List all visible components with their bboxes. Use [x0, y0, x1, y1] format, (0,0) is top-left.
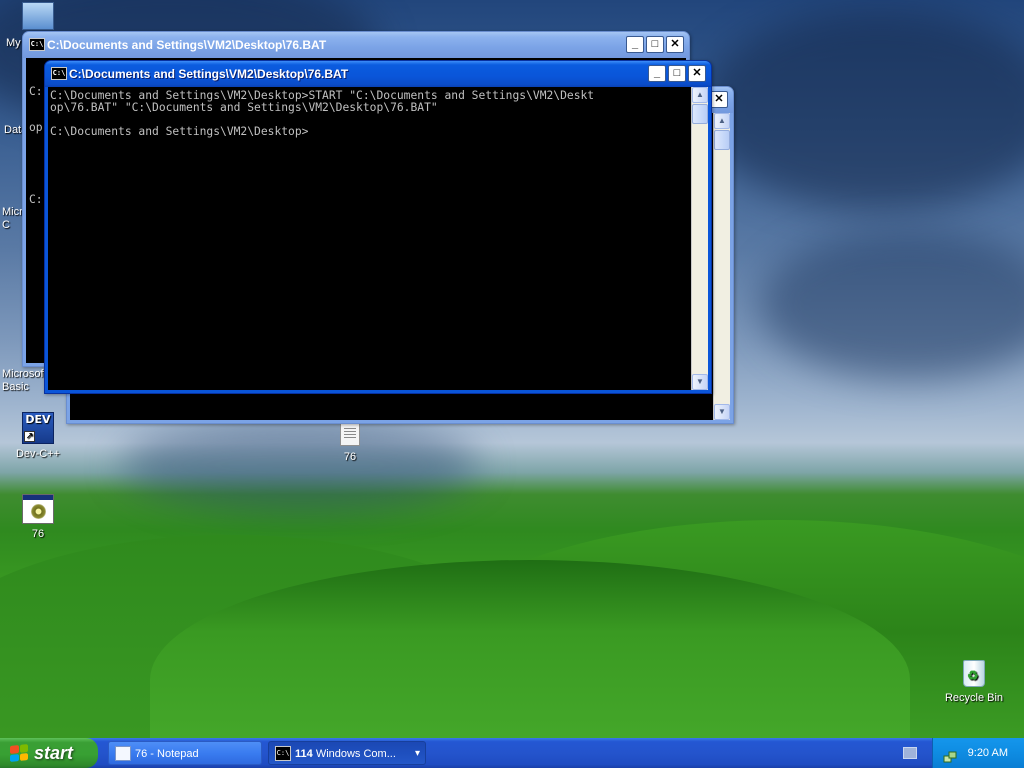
recycle-bin-icon: ♻ [959, 656, 989, 688]
desktop-icon-label: 76 [31, 528, 45, 540]
scroll-down-button[interactable]: ▼ [692, 374, 708, 390]
taskbar-button-label: 76 - Notepad [135, 748, 199, 760]
vertical-scrollbar[interactable]: ▲ ▼ [713, 113, 730, 420]
cloud-decoration [120, 420, 480, 510]
minimize-button[interactable]: _ [648, 65, 666, 82]
network-icon[interactable] [943, 746, 957, 763]
scroll-up-button[interactable]: ▲ [692, 87, 708, 103]
dev-cpp-icon: DEV ↗ [22, 412, 54, 444]
batch-file-icon [340, 422, 360, 446]
window-count: 114 [295, 748, 313, 760]
cloud-decoration [700, 10, 1024, 210]
start-button[interactable]: start [0, 738, 98, 768]
desktop-icon-label: 76 [343, 451, 357, 463]
close-button[interactable]: ✕ [666, 36, 684, 53]
maximize-button[interactable]: □ [646, 36, 664, 53]
console-icon: C:\ [275, 746, 291, 761]
desktop-icon-label: Recycle Bin [944, 692, 1004, 704]
vertical-scrollbar[interactable]: ▲ ▼ [691, 87, 708, 390]
taskbar-button-notepad[interactable]: 76 - Notepad [108, 741, 262, 765]
desktop-icon-label: Microsoft Basic [2, 368, 47, 393]
scroll-down-button[interactable]: ▼ [714, 404, 730, 420]
desktop-icon-microsoft-basic[interactable]: Microsoft Basic [0, 364, 47, 394]
desktop-icon-76-bat[interactable]: 76 [315, 422, 385, 464]
taskbar-button-label: Windows Com... [315, 748, 396, 760]
start-label: start [34, 743, 74, 763]
window-title: C:\Documents and Settings\VM2\Desktop\76… [69, 67, 349, 81]
minimize-button[interactable]: _ [626, 36, 644, 53]
desktop-icon-recycle-bin[interactable]: ♻ Recycle Bin [939, 656, 1009, 705]
console-window-front[interactable]: C:\ C:\Documents and Settings\VM2\Deskto… [44, 60, 712, 394]
application-icon [22, 494, 54, 524]
computer-icon [22, 2, 54, 30]
keyboard-layout-icon[interactable] [903, 747, 917, 759]
console-area[interactable]: C:\Documents and Settings\VM2\Desktop>ST… [48, 87, 708, 390]
shortcut-arrow-icon: ↗ [24, 431, 35, 442]
clock[interactable]: 9:20 AM [968, 738, 1008, 768]
desktop-icon-76-exe[interactable]: 76 [3, 494, 73, 541]
notepad-icon [115, 746, 131, 761]
desktop: My Data Micro C Microsoft Basic DEV ↗ Dev… [0, 0, 1024, 738]
scroll-up-button[interactable]: ▲ [714, 113, 730, 129]
window-titlebar[interactable]: C:\ C:\Documents and Settings\VM2\Deskto… [45, 61, 711, 87]
scroll-thumb[interactable] [714, 130, 730, 150]
window-title: C:\Documents and Settings\VM2\Desktop\76… [47, 38, 327, 52]
maximize-button[interactable]: □ [668, 65, 686, 82]
taskbar-button-console-group[interactable]: C:\ 114 Windows Com... ▾ [268, 741, 426, 765]
scroll-thumb[interactable] [692, 104, 708, 124]
dropdown-arrow-icon[interactable]: ▾ [415, 742, 420, 764]
system-tray: 9:20 AM [932, 738, 1024, 768]
close-button[interactable]: ✕ [710, 91, 728, 108]
close-button[interactable]: ✕ [688, 65, 706, 82]
window-titlebar[interactable]: C:\ C:\Documents and Settings\VM2\Deskto… [23, 32, 689, 58]
console-icon: C:\ [29, 38, 45, 51]
taskbar: start 76 - Notepad C:\ 114 Windows Com..… [0, 738, 1024, 768]
console-icon: C:\ [51, 67, 67, 80]
cloud-decoration [760, 230, 1024, 380]
console-output[interactable]: C:\Documents and Settings\VM2\Desktop>ST… [50, 90, 690, 390]
windows-flag-icon [10, 744, 28, 762]
desktop-icon-label: Dev-C++ [15, 448, 61, 460]
desktop-icon-dev-cpp[interactable]: DEV ↗ Dev-C++ [3, 412, 73, 461]
